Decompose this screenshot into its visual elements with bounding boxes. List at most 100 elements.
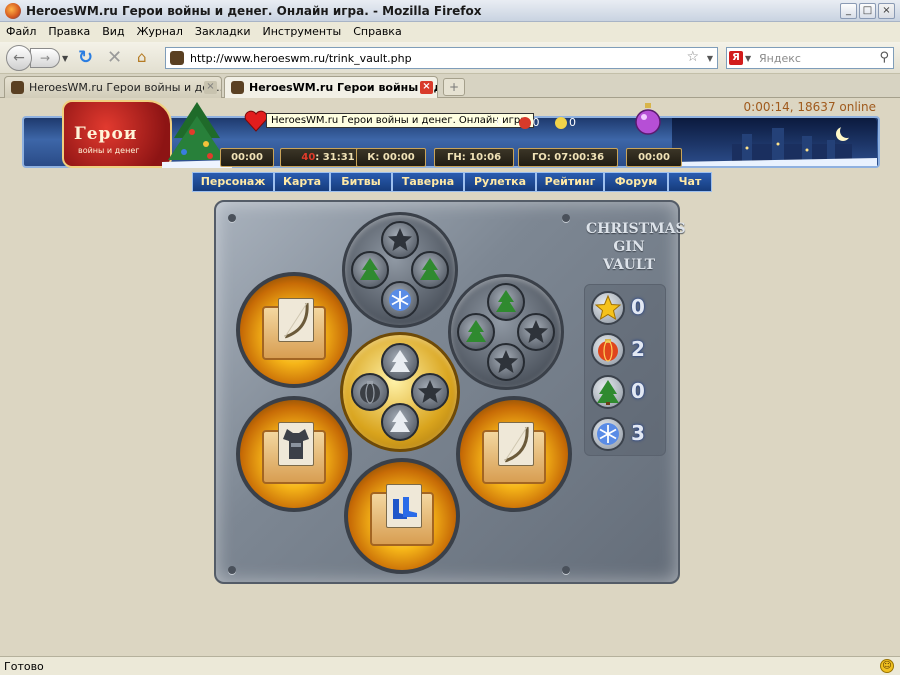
lock-right	[448, 274, 564, 390]
slot-empty[interactable]	[411, 373, 449, 411]
url-dropdown-icon[interactable]: ▼	[707, 54, 713, 63]
address-text[interactable]: http://www.heroeswm.ru/trink_vault.php	[190, 52, 412, 65]
timer-1: 00:00	[220, 148, 274, 167]
menu-forum[interactable]: Форум	[604, 172, 668, 192]
star-icon	[591, 291, 625, 325]
menu-tools[interactable]: Инструменты	[257, 22, 348, 38]
new-tab-button[interactable]: +	[443, 78, 465, 96]
engine-dropdown-icon[interactable]: ▼	[745, 54, 751, 63]
tab-label: HeroesWM.ru Герои войны и ден...	[249, 81, 437, 94]
menu-view[interactable]: Вид	[96, 22, 130, 38]
close-window-button[interactable]: ×	[878, 3, 895, 19]
slot-empty[interactable]	[381, 221, 419, 259]
tab-inactive[interactable]: HeroesWM.ru Герои войны и ден... ×	[4, 76, 222, 98]
gem-icon	[555, 117, 567, 129]
menu-roulette[interactable]: Рулетка	[464, 172, 536, 192]
status-bar: Готово ☺	[0, 656, 900, 675]
bow-icon	[278, 298, 314, 342]
address-bar[interactable]: http://www.heroeswm.ru/trink_vault.php ☆…	[165, 47, 718, 69]
tree-count: 0	[631, 379, 645, 403]
vault-title: CHRISTMAS GIN VAULT	[586, 221, 686, 273]
minimize-button[interactable]: _	[840, 3, 857, 19]
window-titlebar: HeroesWM.ru Герои войны и денег. Онлайн …	[0, 0, 900, 22]
logo-title: Герои	[74, 124, 138, 144]
bauble-icon[interactable]	[634, 102, 662, 138]
reload-button[interactable]: ↻	[78, 47, 93, 68]
menu-character[interactable]: Персонаж	[192, 172, 274, 192]
armor-icon	[278, 422, 314, 466]
window-title: HeroesWM.ru Герои войны и денег. Онлайн …	[26, 4, 482, 18]
slot-empty[interactable]	[487, 343, 525, 381]
boots-chest-bottom[interactable]	[344, 458, 460, 574]
bow-chest-top-left[interactable]	[236, 272, 352, 388]
ruby-icon	[518, 117, 531, 129]
snowflake-counter: 3	[591, 417, 665, 451]
maximize-button[interactable]: □	[859, 3, 876, 19]
menu-chat[interactable]: Чат	[668, 172, 712, 192]
page-content: Герои войны и денег 0:00:14, 18637 onlin…	[0, 98, 900, 656]
menu-history[interactable]: Журнал	[131, 22, 189, 38]
close-tab-icon[interactable]: ×	[420, 81, 433, 94]
close-tab-icon[interactable]: ×	[204, 81, 217, 94]
slot-tree[interactable]	[457, 313, 495, 351]
menu-file[interactable]: Файл	[0, 22, 42, 38]
menu-rating[interactable]: Рейтинг	[536, 172, 604, 192]
heroes-logo[interactable]: Герои войны и денег	[62, 100, 172, 168]
addon-smiley-icon[interactable]: ☺	[880, 659, 894, 673]
history-dropdown-icon[interactable]: ▼	[62, 54, 68, 63]
star-count: 0	[631, 295, 645, 319]
timer-gn: ГН: 10:06	[434, 148, 514, 167]
slot-tree[interactable]	[411, 251, 449, 289]
search-engine-icon[interactable]: Я	[729, 51, 743, 65]
menu-help[interactable]: Справка	[347, 22, 407, 38]
slot-tree[interactable]	[351, 251, 389, 289]
search-bar[interactable]: Я ▼ Яндекс ⚲	[726, 47, 894, 69]
armor-chest-bottom-left[interactable]	[236, 396, 352, 512]
lock-center-gold	[340, 332, 460, 452]
health-heart-icon[interactable]	[244, 110, 268, 132]
slot-tree[interactable]	[487, 283, 525, 321]
logo-subtitle: войны и денег	[78, 146, 140, 155]
rivet	[562, 214, 570, 222]
snowflake-count: 3	[631, 421, 645, 445]
menu-map[interactable]: Карта	[274, 172, 330, 192]
slot-white-tree[interactable]	[381, 343, 419, 381]
back-button[interactable]: ←	[6, 45, 32, 71]
firefox-icon	[5, 3, 21, 19]
treasure-chest	[370, 484, 434, 546]
stop-button[interactable]: ✕	[107, 47, 122, 68]
tab-label: HeroesWM.ru Герои войны и ден...	[29, 81, 222, 94]
tab-favicon-icon	[11, 81, 24, 94]
bow-chest-right[interactable]	[456, 396, 572, 512]
resource-c: 0	[555, 116, 582, 129]
token-counters-panel: 0 2 0 3	[584, 284, 666, 456]
slot-snowflake[interactable]	[381, 281, 419, 319]
forward-button[interactable]: →	[30, 48, 60, 68]
snowflake-icon	[591, 417, 625, 451]
menu-tavern[interactable]: Таверна	[392, 172, 464, 192]
rivet	[562, 566, 570, 574]
bookmark-star-icon[interactable]: ☆	[686, 49, 699, 65]
online-status: 0:00:14, 18637 online	[743, 100, 876, 114]
resource-a: 0	[496, 116, 503, 129]
search-input[interactable]: Яндекс	[759, 52, 801, 65]
bauble-icon	[591, 333, 625, 367]
tab-strip: HeroesWM.ru Герои войны и ден... × Heroe…	[0, 74, 900, 99]
treasure-chest	[482, 422, 546, 484]
search-icon[interactable]: ⚲	[879, 50, 889, 65]
menu-bookmarks[interactable]: Закладки	[189, 22, 257, 38]
slot-white-tree[interactable]	[381, 403, 419, 441]
moon-icon	[840, 124, 854, 138]
menu-bar: Файл Правка Вид Журнал Закладки Инструменты Сп…	[0, 22, 900, 42]
treasure-chest	[262, 298, 326, 360]
boots-icon	[386, 484, 422, 528]
menu-battles[interactable]: Битвы	[330, 172, 392, 192]
status-text: Готово	[4, 660, 44, 673]
home-button[interactable]: ⌂	[137, 48, 147, 66]
slot-dark-bauble[interactable]	[351, 373, 389, 411]
slot-empty[interactable]	[517, 313, 555, 351]
treasure-chest	[262, 422, 326, 484]
tab-active[interactable]: HeroesWM.ru Герои войны и ден... ×	[224, 76, 438, 99]
lock-top	[342, 212, 458, 328]
menu-edit[interactable]: Правка	[42, 22, 96, 38]
